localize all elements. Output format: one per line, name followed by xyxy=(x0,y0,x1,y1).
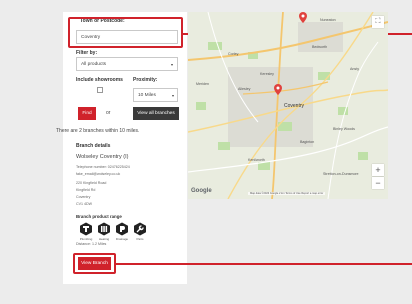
map-label-nuneaton: Nuneaton xyxy=(320,18,336,22)
results-summary: There are 2 branches within 10 miles. xyxy=(56,128,140,134)
branch-phone: Telephone number: 02476225424 xyxy=(76,165,130,169)
branch-details-heading: Branch details xyxy=(76,143,111,149)
chevron-down-icon: ▾ xyxy=(170,62,173,67)
map-label-allesley: Allesley xyxy=(238,87,251,91)
drainage-icon xyxy=(116,222,128,236)
map-label-bedworth: Bedworth xyxy=(312,45,328,49)
filter-label: Filter by: xyxy=(76,50,98,56)
showrooms-checkbox[interactable] xyxy=(97,87,103,93)
address-line-3: Coventry xyxy=(76,195,91,199)
proximity-selected-value: 10 Miles xyxy=(138,93,156,98)
zoom-out-button[interactable]: − xyxy=(372,177,384,189)
product-range-heading: Branch product range xyxy=(76,214,122,219)
category-heating-label: Heating xyxy=(98,237,110,241)
map[interactable]: Bedworth Nuneaton Coventry Binley Woods … xyxy=(188,12,388,199)
address-line-2: Kingfield Rd xyxy=(76,188,96,192)
address-line-1: 220 Kingfield Road xyxy=(76,181,107,185)
view-branch-highlight-box xyxy=(73,253,116,274)
branch-distance: Distance: 1.2 Miles xyxy=(76,242,107,246)
map-label-baginton: Baginton xyxy=(300,140,315,144)
category-drainage-label: Drainage xyxy=(115,237,129,241)
view-branch-highlight-line xyxy=(116,263,412,265)
map-label-keresley: Keresley xyxy=(260,72,274,76)
plumbing-icon xyxy=(80,222,92,236)
category-drainage: Drainage xyxy=(112,222,132,241)
map-label-ansty: Ansty xyxy=(350,67,359,71)
chevron-down-icon: ▾ xyxy=(171,93,174,98)
branch-email[interactable]: fake_email@wolseley.co.uk xyxy=(76,172,120,176)
map-label-kenilworth: Kenilworth xyxy=(248,158,265,162)
fullscreen-icon[interactable]: ⛶ xyxy=(372,16,384,28)
or-text: or xyxy=(106,110,111,116)
find-button[interactable]: Find xyxy=(78,107,96,120)
map-label-corley: Corley xyxy=(228,52,239,56)
map-label-coventry: Coventry xyxy=(284,103,305,109)
map-label-stretton: Stretton-on-Dunsmore xyxy=(323,172,359,176)
address-line-4: CV1 4DW xyxy=(76,202,92,206)
filter-selected-value: All products xyxy=(81,62,107,67)
map-label-meriden: Meriden xyxy=(196,82,209,86)
category-plumbing: Plumbing xyxy=(76,222,96,241)
category-parts: Parts xyxy=(130,222,150,241)
zoom-in-button[interactable]: + xyxy=(372,164,384,176)
showrooms-label: Include showrooms xyxy=(76,77,123,83)
map-label-binley-woods: Binley Woods xyxy=(333,127,355,131)
map-attribution[interactable]: Map data ©2023 Google 2 km Terms of Use … xyxy=(248,192,326,195)
proximity-label: Proximity: xyxy=(133,77,158,83)
google-logo: Google xyxy=(191,188,212,194)
category-heating: Heating xyxy=(94,222,114,241)
heating-icon xyxy=(98,222,110,236)
location-pin-icon[interactable] xyxy=(274,84,282,95)
location-pin-icon[interactable] xyxy=(299,12,307,23)
town-highlight-box xyxy=(68,17,183,48)
filter-select[interactable]: All products ▾ xyxy=(76,57,178,71)
category-parts-label: Parts xyxy=(136,237,144,241)
view-all-branches-button[interactable]: View all branches xyxy=(133,107,179,120)
proximity-select[interactable]: 10 Miles ▾ xyxy=(133,88,178,102)
branch-name[interactable]: Wolseley Coventry (I) xyxy=(76,154,128,160)
parts-wrench-icon xyxy=(134,222,146,236)
category-plumbing-label: Plumbing xyxy=(79,237,93,241)
